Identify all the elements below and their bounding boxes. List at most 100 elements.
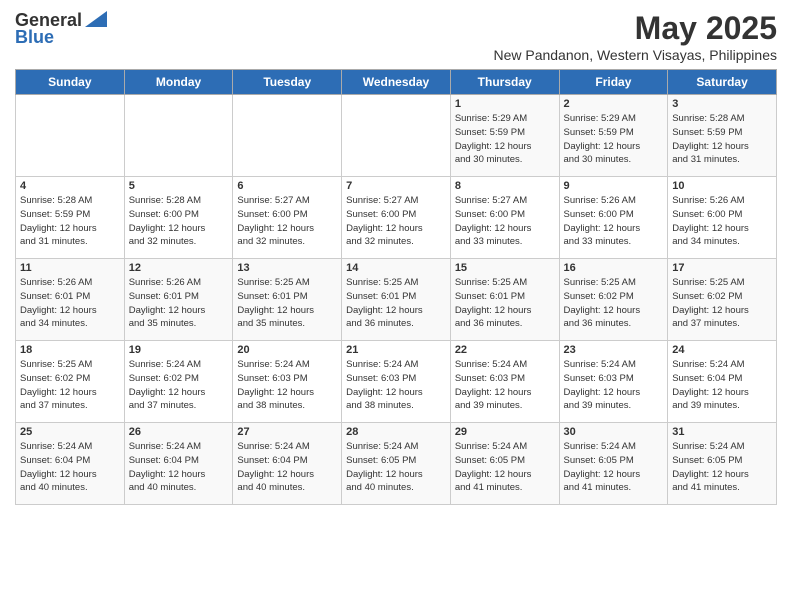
header-tuesday: Tuesday [233,70,342,95]
day-number: 7 [346,180,446,192]
day-number: 30 [564,426,664,438]
day-number: 9 [564,180,664,192]
day-number: 14 [346,262,446,274]
day-cell: 9 Sunrise: 5:26 AM Sunset: 6:00 PM Daylig… [559,177,668,259]
day-cell: 30 Sunrise: 5:24 AM Sunset: 6:05 PM Dayli… [559,423,668,505]
day-cell: 10 Sunrise: 5:26 AM Sunset: 6:00 PM Dayli… [668,177,777,259]
logo-icon [85,11,107,27]
day-number: 26 [129,426,229,438]
day-number: 17 [672,262,772,274]
day-cell: 1 Sunrise: 5:29 AM Sunset: 5:59 PM Daylig… [450,95,559,177]
page-header: General Blue May 2025 New Pandanon, West… [15,10,777,63]
day-cell: 18 Sunrise: 5:25 AM Sunset: 6:02 PM Dayli… [16,341,125,423]
day-info: Sunrise: 5:28 AM Sunset: 6:00 PM Dayligh… [129,194,229,249]
day-info: Sunrise: 5:29 AM Sunset: 5:59 PM Dayligh… [455,112,555,167]
day-number: 16 [564,262,664,274]
day-number: 25 [20,426,120,438]
day-info: Sunrise: 5:26 AM Sunset: 6:01 PM Dayligh… [129,276,229,331]
day-number: 4 [20,180,120,192]
day-number: 11 [20,262,120,274]
day-info: Sunrise: 5:27 AM Sunset: 6:00 PM Dayligh… [237,194,337,249]
day-info: Sunrise: 5:25 AM Sunset: 6:02 PM Dayligh… [20,358,120,413]
title-area: May 2025 New Pandanon, Western Visayas, … [493,10,777,63]
day-info: Sunrise: 5:25 AM Sunset: 6:01 PM Dayligh… [346,276,446,331]
header-sunday: Sunday [16,70,125,95]
week-row-4: 18 Sunrise: 5:25 AM Sunset: 6:02 PM Dayli… [16,341,777,423]
day-cell [233,95,342,177]
day-info: Sunrise: 5:25 AM Sunset: 6:02 PM Dayligh… [564,276,664,331]
week-row-1: 1 Sunrise: 5:29 AM Sunset: 5:59 PM Daylig… [16,95,777,177]
day-number: 31 [672,426,772,438]
day-cell: 7 Sunrise: 5:27 AM Sunset: 6:00 PM Daylig… [342,177,451,259]
day-info: Sunrise: 5:24 AM Sunset: 6:03 PM Dayligh… [346,358,446,413]
day-number: 13 [237,262,337,274]
day-cell: 17Sunrise: 5:25 AM Sunset: 6:02 PM Dayli… [668,259,777,341]
day-info: Sunrise: 5:25 AM Sunset: 6:01 PM Dayligh… [455,276,555,331]
header-friday: Friday [559,70,668,95]
day-info: Sunrise: 5:24 AM Sunset: 6:05 PM Dayligh… [672,440,772,495]
day-number: 5 [129,180,229,192]
day-number: 20 [237,344,337,356]
day-cell: 21 Sunrise: 5:24 AM Sunset: 6:03 PM Dayli… [342,341,451,423]
day-cell [124,95,233,177]
day-number: 23 [564,344,664,356]
logo-blue: Blue [15,27,54,48]
day-cell: 31 Sunrise: 5:24 AM Sunset: 6:05 PM Dayli… [668,423,777,505]
day-info: Sunrise: 5:24 AM Sunset: 6:02 PM Dayligh… [129,358,229,413]
day-number: 22 [455,344,555,356]
day-number: 21 [346,344,446,356]
day-info: Sunrise: 5:26 AM Sunset: 6:00 PM Dayligh… [564,194,664,249]
day-info: Sunrise: 5:24 AM Sunset: 6:03 PM Dayligh… [237,358,337,413]
day-info: Sunrise: 5:24 AM Sunset: 6:04 PM Dayligh… [237,440,337,495]
day-info: Sunrise: 5:24 AM Sunset: 6:04 PM Dayligh… [20,440,120,495]
day-cell: 11 Sunrise: 5:26 AM Sunset: 6:01 PM Dayli… [16,259,125,341]
day-number: 2 [564,98,664,110]
week-row-5: 25 Sunrise: 5:24 AM Sunset: 6:04 PM Dayli… [16,423,777,505]
day-number: 18 [20,344,120,356]
day-number: 3 [672,98,772,110]
day-cell: 12 Sunrise: 5:26 AM Sunset: 6:01 PM Dayli… [124,259,233,341]
day-info: Sunrise: 5:25 AM Sunset: 6:01 PM Dayligh… [237,276,337,331]
calendar-title: May 2025 [493,10,777,47]
day-number: 1 [455,98,555,110]
day-info: Sunrise: 5:24 AM Sunset: 6:03 PM Dayligh… [455,358,555,413]
day-info: Sunrise: 5:27 AM Sunset: 6:00 PM Dayligh… [346,194,446,249]
day-info: Sunrise: 5:26 AM Sunset: 6:00 PM Dayligh… [672,194,772,249]
day-cell: 13 Sunrise: 5:25 AM Sunset: 6:01 PM Dayli… [233,259,342,341]
day-info: Sunrise: 5:24 AM Sunset: 6:05 PM Dayligh… [455,440,555,495]
day-cell: 4 Sunrise: 5:28 AM Sunset: 5:59 PM Daylig… [16,177,125,259]
day-cell: 19Sunrise: 5:24 AM Sunset: 6:02 PM Dayli… [124,341,233,423]
day-cell: 5 Sunrise: 5:28 AM Sunset: 6:00 PM Daylig… [124,177,233,259]
day-cell: 25 Sunrise: 5:24 AM Sunset: 6:04 PM Dayli… [16,423,125,505]
day-number: 29 [455,426,555,438]
day-cell: 24Sunrise: 5:24 AM Sunset: 6:04 PM Dayli… [668,341,777,423]
day-cell: 28 Sunrise: 5:24 AM Sunset: 6:05 PM Dayli… [342,423,451,505]
calendar-table: SundayMondayTuesdayWednesdayThursdayFrid… [15,69,777,505]
calendar-subtitle: New Pandanon, Western Visayas, Philippin… [493,47,777,63]
day-cell: 14 Sunrise: 5:25 AM Sunset: 6:01 PM Dayli… [342,259,451,341]
day-info: Sunrise: 5:24 AM Sunset: 6:05 PM Dayligh… [346,440,446,495]
header-wednesday: Wednesday [342,70,451,95]
week-row-3: 11 Sunrise: 5:26 AM Sunset: 6:01 PM Dayli… [16,259,777,341]
day-cell: 6 Sunrise: 5:27 AM Sunset: 6:00 PM Daylig… [233,177,342,259]
day-number: 8 [455,180,555,192]
header-thursday: Thursday [450,70,559,95]
day-number: 12 [129,262,229,274]
day-cell: 16 Sunrise: 5:25 AM Sunset: 6:02 PM Dayli… [559,259,668,341]
day-cell: 3 Sunrise: 5:28 AM Sunset: 5:59 PM Daylig… [668,95,777,177]
day-info: Sunrise: 5:24 AM Sunset: 6:05 PM Dayligh… [564,440,664,495]
day-cell: 15 Sunrise: 5:25 AM Sunset: 6:01 PM Dayli… [450,259,559,341]
day-cell: 27Sunrise: 5:24 AM Sunset: 6:04 PM Dayli… [233,423,342,505]
day-number: 6 [237,180,337,192]
header-monday: Monday [124,70,233,95]
day-number: 24 [672,344,772,356]
day-number: 28 [346,426,446,438]
day-info: Sunrise: 5:27 AM Sunset: 6:00 PM Dayligh… [455,194,555,249]
days-header-row: SundayMondayTuesdayWednesdayThursdayFrid… [16,70,777,95]
day-info: Sunrise: 5:28 AM Sunset: 5:59 PM Dayligh… [672,112,772,167]
day-cell: 29 Sunrise: 5:24 AM Sunset: 6:05 PM Dayli… [450,423,559,505]
day-info: Sunrise: 5:28 AM Sunset: 5:59 PM Dayligh… [20,194,120,249]
day-number: 15 [455,262,555,274]
day-number: 10 [672,180,772,192]
day-info: Sunrise: 5:26 AM Sunset: 6:01 PM Dayligh… [20,276,120,331]
